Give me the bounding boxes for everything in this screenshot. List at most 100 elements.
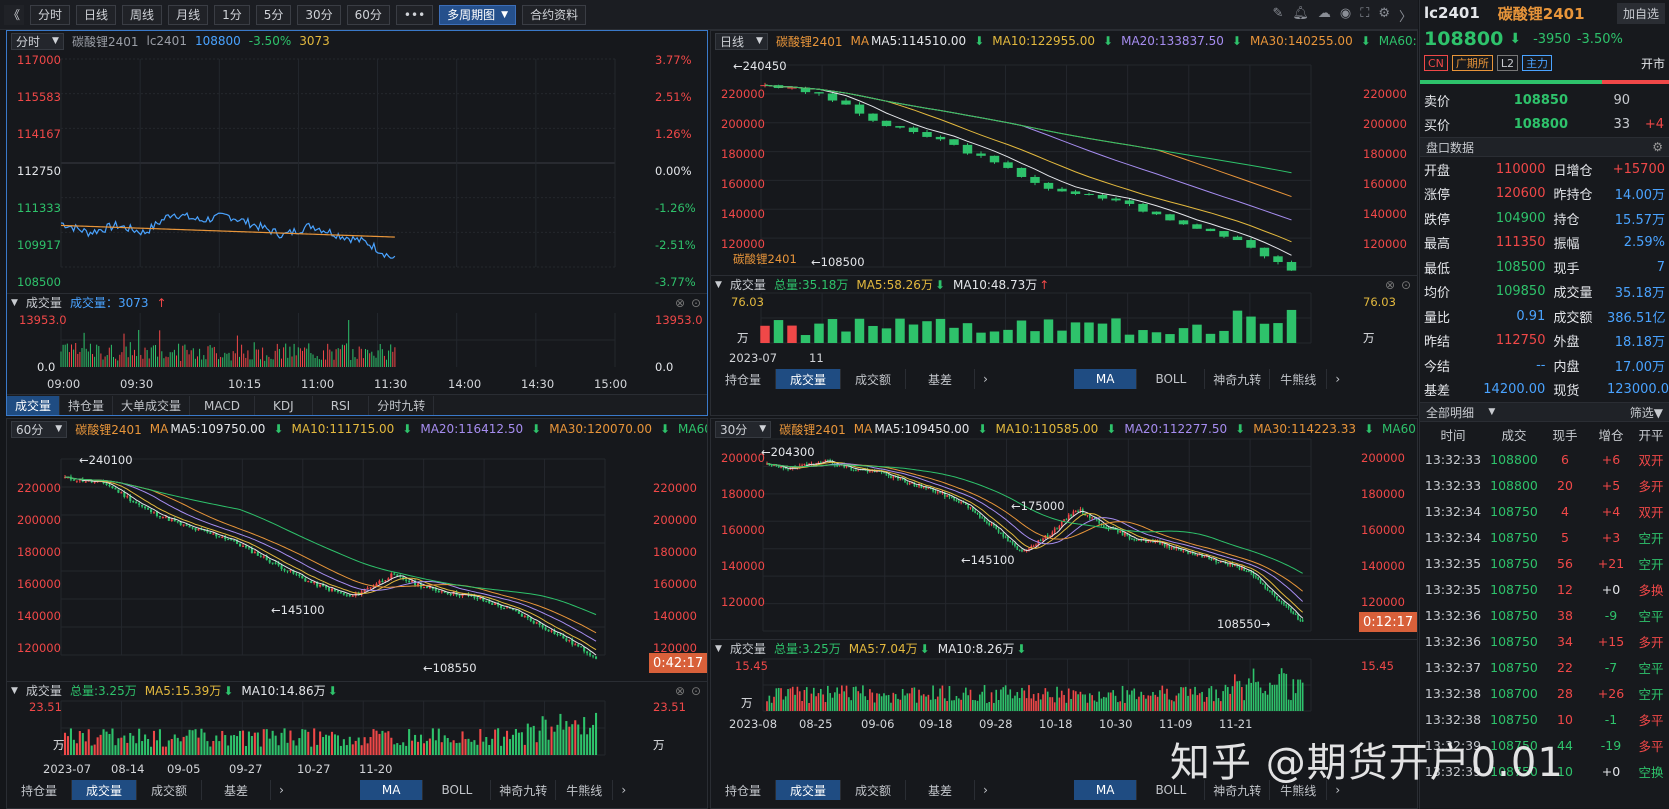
- chevron-down-icon[interactable]: ▼: [1488, 407, 1495, 417]
- volume-bar: [253, 732, 256, 755]
- collapse-arrow-icon[interactable]: ▼: [11, 686, 18, 696]
- x-label: 15:00: [594, 377, 628, 391]
- tab-turnover[interactable]: 成交额: [137, 780, 203, 800]
- down-arrow-icon: ⬇: [934, 277, 946, 292]
- daily-panel[interactable]: 日线 ▼ 碳酸锂2401 MA MA5:114510.00 ⬇ MA10:12295…: [710, 30, 1418, 416]
- close-icon[interactable]: ⊗: [675, 684, 685, 698]
- fullscreen-icon[interactable]: ⛶: [1360, 6, 1369, 25]
- volume-bar: [854, 318, 865, 343]
- close-icon[interactable]: ⊗: [675, 296, 685, 310]
- tab-open-interest[interactable]: 持仓量: [7, 780, 73, 800]
- contract-name: 碳酸锂2401: [1497, 4, 1585, 23]
- close-icon[interactable]: ⊗: [1385, 278, 1395, 292]
- candle-body: [1205, 228, 1216, 232]
- volume-bar: [1131, 690, 1133, 711]
- camera-icon[interactable]: ◉: [1340, 6, 1351, 25]
- tab-bull-bear[interactable]: 牛熊线: [1270, 369, 1328, 389]
- contract-info-button[interactable]: 合约资料: [522, 4, 587, 25]
- timeshare-panel[interactable]: 分时 ▼ 碳酸锂2401 lc2401 108800 -3.50% 3073 11…: [6, 30, 708, 416]
- trade-oi-change: +6: [1601, 451, 1621, 467]
- tab-basis[interactable]: 基差: [202, 780, 272, 800]
- tab-turnover[interactable]: 成交额: [841, 369, 907, 389]
- tab-volume[interactable]: 成交量: [776, 780, 842, 800]
- tab-open-interest[interactable]: 持仓量: [60, 395, 114, 415]
- volume-bar: [791, 686, 794, 711]
- tab-ma[interactable]: MA: [359, 780, 424, 800]
- cloud-icon[interactable]: ☁: [1318, 6, 1331, 25]
- volume-bar: [1154, 694, 1157, 711]
- tab-rsi[interactable]: RSI: [313, 395, 370, 415]
- tab-open-interest[interactable]: 持仓量: [711, 369, 777, 389]
- gear-icon[interactable]: ⚙: [1378, 6, 1390, 25]
- settings-icon[interactable]: ⊙: [691, 684, 701, 698]
- settings-icon[interactable]: ⚙: [1652, 140, 1663, 154]
- tab-ma[interactable]: MA: [1073, 369, 1138, 389]
- tabs2-next-icon[interactable]: ›: [613, 780, 634, 800]
- collapse-button[interactable]: 《: [4, 4, 25, 25]
- volume-bar: [901, 688, 904, 711]
- candle-body: [974, 510, 977, 513]
- volume-bar: [333, 734, 337, 755]
- period-button-1min[interactable]: 1分: [214, 4, 250, 25]
- multi-period-button[interactable]: 多周期图 ▼: [439, 4, 517, 25]
- settings-icon[interactable]: ⊙: [691, 296, 701, 310]
- period-button-timeshare[interactable]: 分时: [30, 4, 71, 25]
- settings-icon[interactable]: ⊙: [1401, 278, 1411, 292]
- edit-icon[interactable]: ✎: [1272, 6, 1283, 25]
- volume-bar: [808, 702, 810, 711]
- period-button-30min[interactable]: 30分: [297, 4, 341, 25]
- tab-ma[interactable]: MA: [1073, 780, 1138, 800]
- candle-body: [559, 634, 562, 636]
- tab-basis[interactable]: 基差: [906, 780, 976, 800]
- tab-basis[interactable]: 基差: [906, 369, 976, 389]
- filter-button[interactable]: 筛选▼: [1630, 404, 1663, 421]
- expand-icon[interactable]: 〉: [1399, 6, 1412, 25]
- x-label: 11:30: [374, 377, 408, 391]
- more-button[interactable]: •••: [395, 4, 434, 25]
- period-button-5min[interactable]: 5分: [255, 4, 292, 25]
- candle-body: [1007, 537, 1009, 542]
- collapse-arrow-icon[interactable]: ▼: [11, 298, 18, 308]
- tab-timeshare-nine[interactable]: 分时九转: [369, 395, 435, 415]
- candle-body: [1212, 559, 1215, 561]
- filter-icon: ▼: [1653, 405, 1663, 420]
- tabs-next-icon[interactable]: ›: [975, 369, 996, 389]
- period-button-60min[interactable]: 60分: [346, 4, 390, 25]
- ma20-line: [64, 476, 597, 642]
- add-watchlist-button[interactable]: 加自选: [1616, 2, 1665, 24]
- volume-bar: [1269, 682, 1271, 711]
- tab-volume[interactable]: 成交量: [7, 395, 61, 415]
- candle-body: [1004, 536, 1007, 538]
- tab-volume[interactable]: 成交量: [72, 780, 138, 800]
- tab-volume[interactable]: 成交量: [776, 369, 842, 389]
- tab-bull-bear[interactable]: 牛熊线: [556, 780, 614, 800]
- candle-body: [197, 528, 200, 531]
- bell-icon[interactable]: 🔔︎: [1292, 6, 1309, 25]
- candle-body: [262, 556, 265, 558]
- tab-macd[interactable]: MACD: [190, 395, 256, 415]
- tab-large-volume[interactable]: 大单成交量: [113, 395, 191, 415]
- tab-magic-nine[interactable]: 神奇九转: [1205, 369, 1271, 389]
- tabs2-next-icon[interactable]: ›: [1327, 369, 1348, 389]
- tab-magic-nine[interactable]: 神奇九转: [491, 780, 557, 800]
- tab-turnover[interactable]: 成交额: [841, 780, 907, 800]
- period-button-weekly[interactable]: 周线: [122, 4, 163, 25]
- tabs-next-icon[interactable]: ›: [975, 780, 996, 800]
- collapse-arrow-icon[interactable]: ▼: [715, 280, 722, 290]
- trade-type: 空换: [1638, 764, 1664, 780]
- volume-bar: [508, 739, 512, 755]
- collapse-arrow-icon[interactable]: ▼: [715, 644, 722, 654]
- period-button-monthly[interactable]: 月线: [168, 4, 209, 25]
- trade-type: 空开: [1638, 556, 1664, 572]
- tabs-next-icon[interactable]: ›: [271, 780, 292, 800]
- volume-bar: [981, 691, 984, 711]
- kline-60min-panel[interactable]: 60分 ▼ 碳酸锂2401 MA MA5:109750.00 ⬇ MA10:1117…: [6, 418, 708, 809]
- period-button-daily[interactable]: 日线: [76, 4, 117, 25]
- tab-kdj[interactable]: KDJ: [255, 395, 313, 415]
- tab-boll[interactable]: BOLL: [423, 780, 492, 800]
- tab-open-interest[interactable]: 持仓量: [711, 780, 777, 800]
- tab-boll[interactable]: BOLL: [1137, 369, 1206, 389]
- candle-body: [556, 634, 559, 636]
- ma5-line: [766, 460, 1303, 619]
- candle-body: [366, 587, 369, 590]
